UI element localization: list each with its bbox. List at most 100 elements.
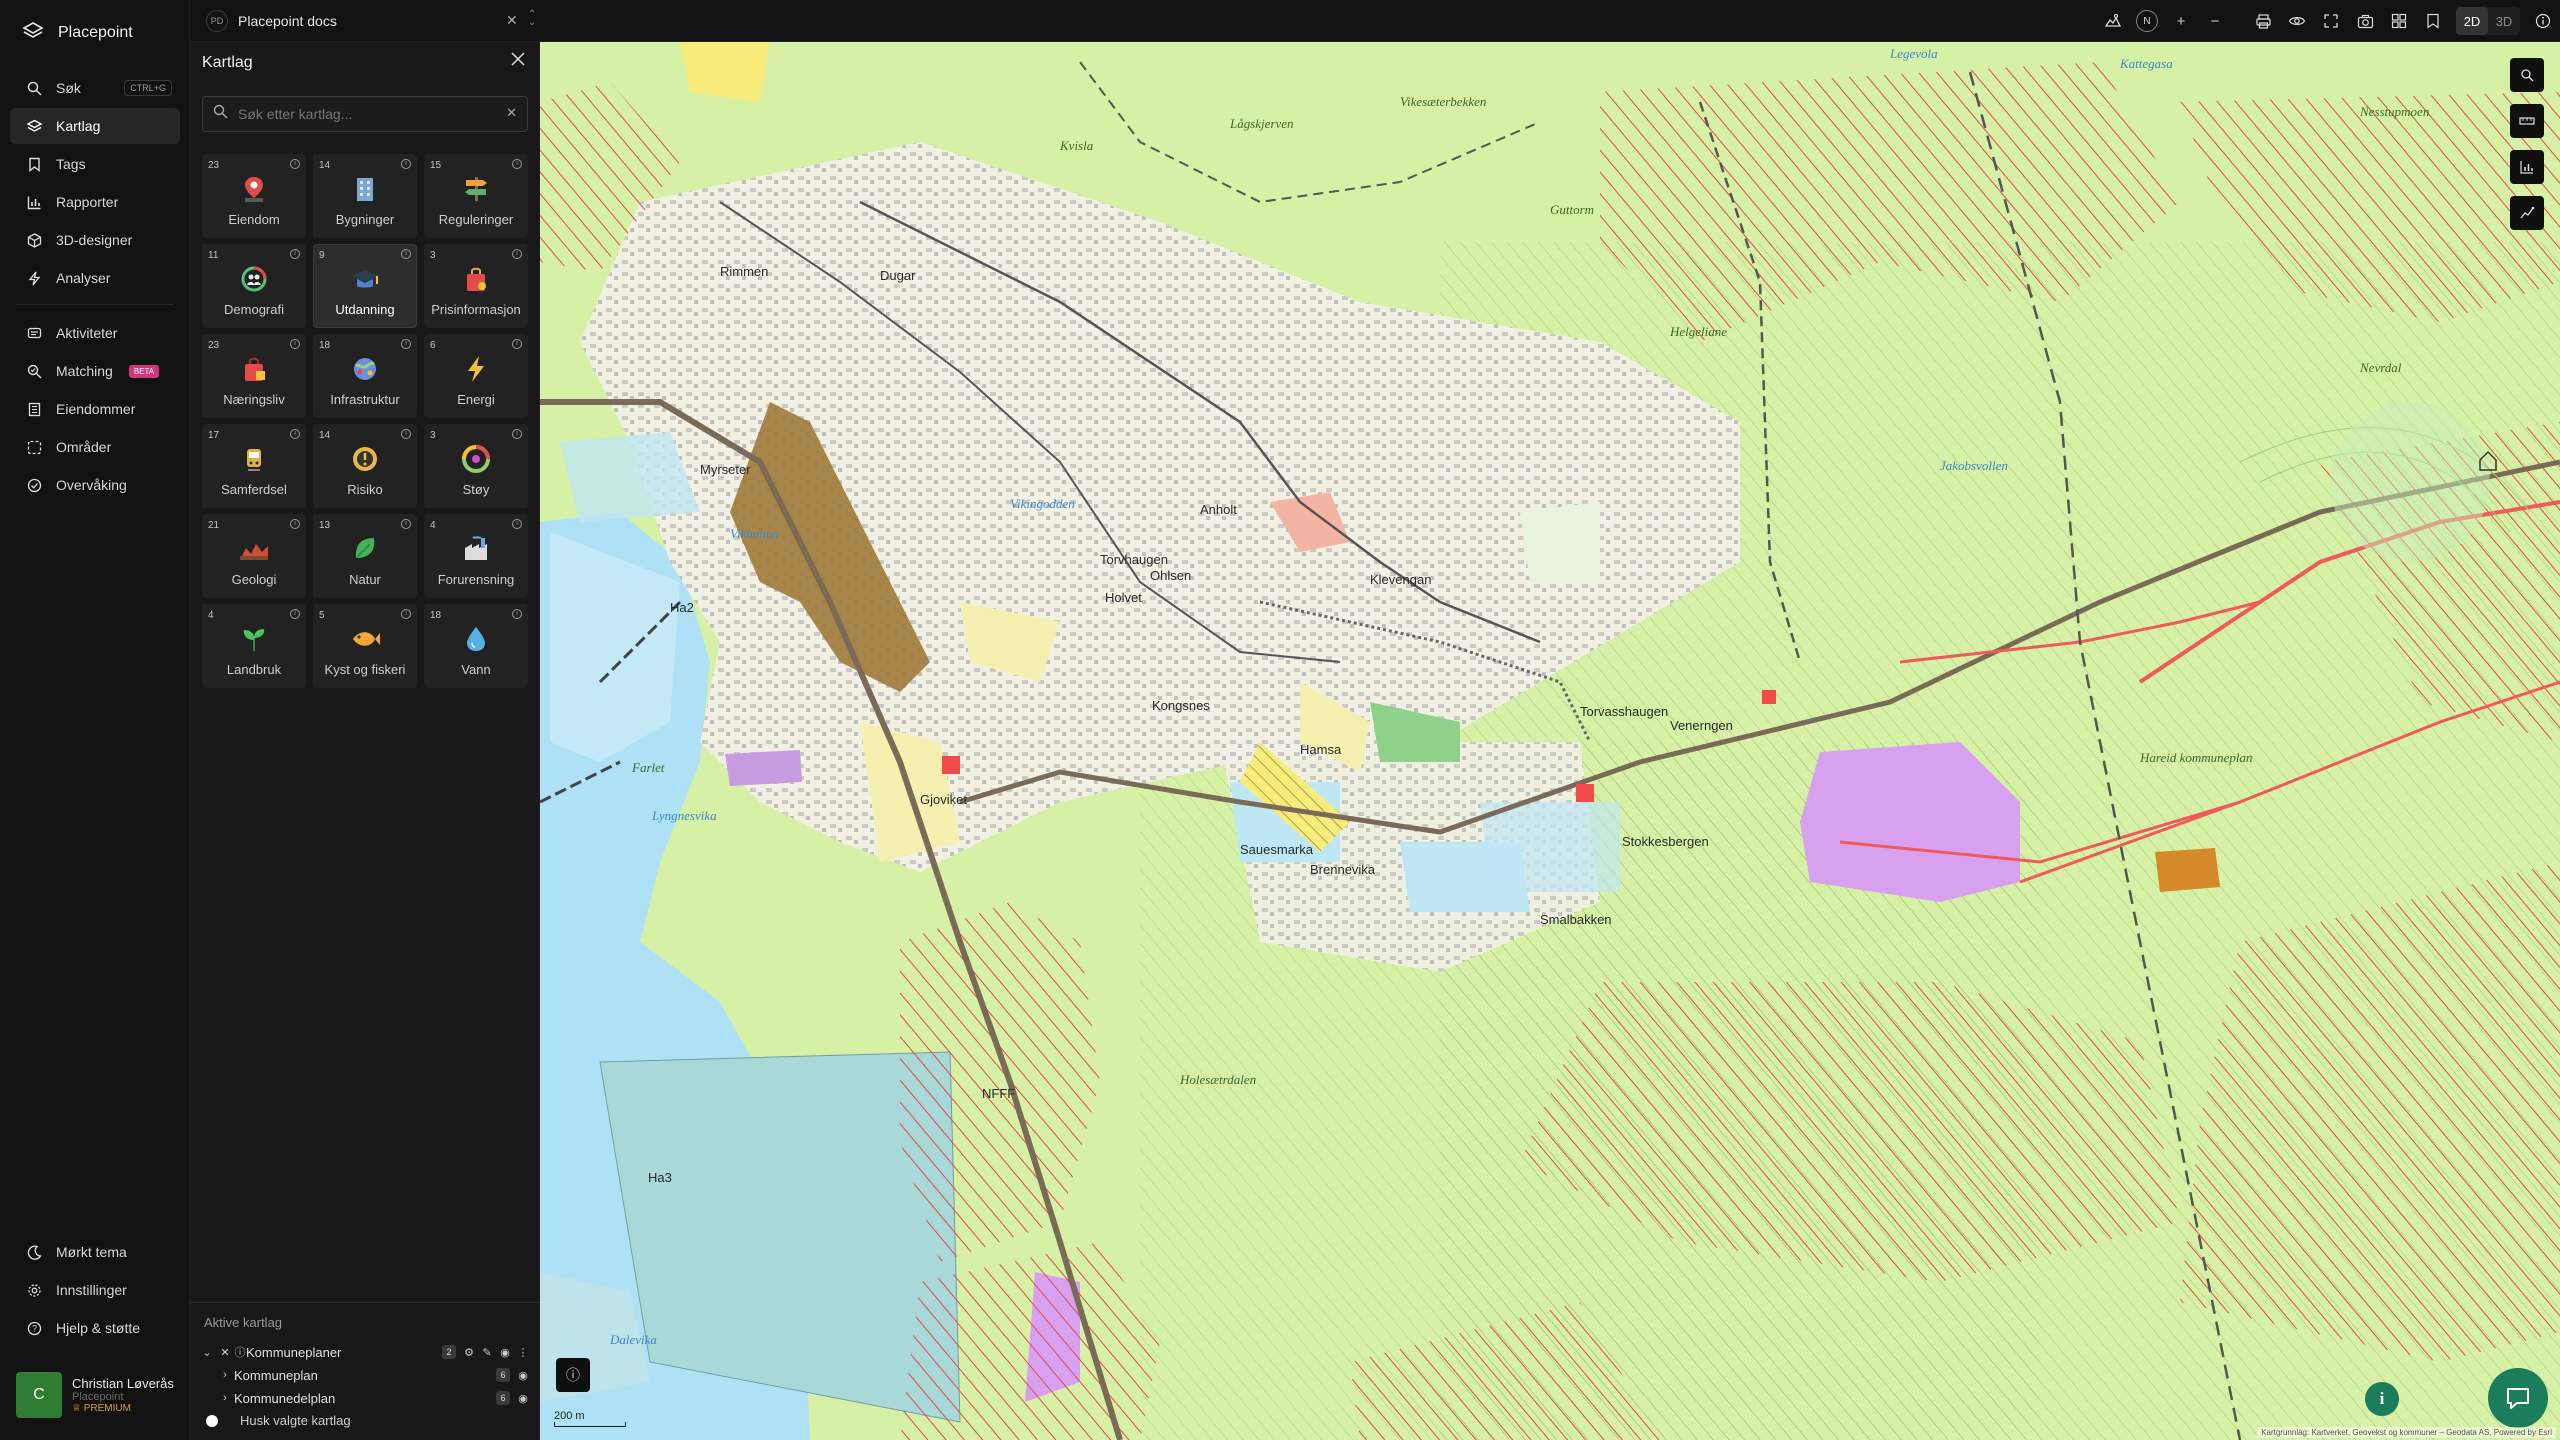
analysis-tool[interactable] [2510,196,2544,230]
zoom-out-icon[interactable]: − [2198,0,2232,42]
nav-item-label: Rapporter [56,194,119,210]
chevron-right-icon[interactable]: › [216,1392,234,1404]
chevron-updown-icon[interactable]: ⌃ ⌄ [528,10,536,28]
nav-item-matching[interactable]: Matching BETA [10,353,180,389]
measure-tool[interactable] [2510,104,2544,138]
eye-icon[interactable]: ◉ [496,1346,514,1359]
nav-item-tags[interactable]: Tags [10,146,180,182]
info-icon[interactable]: i [401,519,411,529]
nav-item-kartlag[interactable]: Kartlag [10,108,180,144]
edit-icon[interactable]: ✎ [478,1346,496,1359]
layer-category-bygninger[interactable]: 14 i Bygninger [313,154,417,238]
eye-icon[interactable]: ◉ [514,1369,532,1382]
info-icon[interactable]: i [290,159,300,169]
mode-3d-button[interactable]: 3D [2488,7,2520,35]
info-icon[interactable] [2526,0,2560,42]
remember-toggle[interactable] [204,1414,226,1428]
chevron-right-icon[interactable]: › [216,1369,234,1381]
clear-search-icon[interactable]: ✕ [506,105,517,121]
nav-item-rapporter[interactable]: Rapporter [10,184,180,220]
layer-category-næringsliv[interactable]: 23 i Næringsliv [202,334,306,418]
north-compass-icon[interactable]: N [2130,0,2164,42]
info-icon[interactable]: i [290,249,300,259]
fullscreen-icon[interactable] [2314,0,2348,42]
nav-item-help[interactable]: ? Hjelp & støtte [10,1310,180,1346]
layers-search-tool[interactable] [2510,58,2544,92]
nav-item-dark-theme[interactable]: Mørkt tema [10,1234,180,1270]
info-icon[interactable]: i [401,609,411,619]
close-panel-button[interactable] [509,50,527,74]
remember-layers[interactable]: Husk valgte kartlag [204,1413,351,1428]
layer-category-infrastruktur[interactable]: 18 i Infrastruktur [313,334,417,418]
camera-icon[interactable] [2348,0,2382,42]
map-help-button[interactable]: ⓘ [556,1358,590,1392]
info-icon[interactable]: i [512,429,522,439]
statistics-tool[interactable] [2510,150,2544,184]
nav-item-analyser[interactable]: Analyser [10,260,180,296]
nav-item-3d-designer[interactable]: 3D-designer [10,222,180,258]
info-icon[interactable]: i [290,429,300,439]
active-layer-row[interactable]: › Kommunedelplan 6 ◉ [198,1387,532,1409]
signpost-icon [459,172,493,206]
active-layer-row[interactable]: › Kommuneplan 6 ◉ [198,1364,532,1386]
close-icon[interactable]: ✕ [506,12,518,29]
mode-2d-button[interactable]: 2D [2456,7,2488,35]
grid-icon[interactable] [2382,0,2416,42]
workspace-selector[interactable]: PD Placepoint docs ✕ ⌃ ⌄ [206,7,536,35]
info-icon[interactable]: i [401,339,411,349]
info-icon[interactable]: i [401,159,411,169]
gear-icon [26,1282,42,1298]
eye-icon[interactable] [2280,0,2314,42]
more-icon[interactable]: ⋮ [514,1346,532,1359]
map-canvas[interactable]: Lågskjerven Kvisla Vikesæterbekken Legev… [540,42,2560,1440]
info-icon[interactable]: i [290,519,300,529]
layer-category-landbruk[interactable]: 4 i Landbruk [202,604,306,688]
layer-category-samferdsel[interactable]: 17 i Samferdsel [202,424,306,508]
settings-icon[interactable]: ⚙ [460,1346,478,1359]
info-icon[interactable]: i [512,249,522,259]
info-icon[interactable]: ⓘ [234,1344,246,1360]
info-button[interactable]: i [2365,1382,2399,1416]
nav-item-omrader[interactable]: Områder [10,429,180,465]
layer-category-støy[interactable]: 3 i Støy [424,424,528,508]
chevron-down-icon[interactable]: ⌄ [198,1346,216,1359]
nav-item-eiendommer[interactable]: Eiendommer [10,391,180,427]
layer-search-input[interactable] [238,106,488,122]
info-icon[interactable]: i [401,429,411,439]
layer-category-eiendom[interactable]: 23 i Eiendom [202,154,306,238]
bookmark-icon[interactable] [2416,0,2450,42]
info-icon[interactable]: i [512,339,522,349]
nav-item-aktiviteter[interactable]: Aktiviteter [10,315,180,351]
zoom-in-icon[interactable]: + [2164,0,2198,42]
info-icon[interactable]: i [512,519,522,529]
nav-item-settings[interactable]: Innstillinger [10,1272,180,1308]
info-icon[interactable]: i [512,159,522,169]
layer-category-forurensning[interactable]: 4 i Forurensning [424,514,528,598]
layer-category-demografi[interactable]: 11 i Demografi [202,244,306,328]
terrain-icon[interactable] [2096,0,2130,42]
layer-category-vann[interactable]: 18 i Vann [424,604,528,688]
print-icon[interactable] [2246,0,2280,42]
brand[interactable]: Placepoint [22,20,133,46]
info-icon[interactable]: i [290,609,300,619]
nav-item-search[interactable]: Søk CTRL+G [10,70,180,106]
layer-category-prisinformasjon[interactable]: 3 i Prisinformasjon [424,244,528,328]
info-icon[interactable]: i [290,339,300,349]
layer-category-reguleringer[interactable]: 15 i Reguleringer [424,154,528,238]
info-icon[interactable]: i [512,609,522,619]
top-bar: PD Placepoint docs ✕ ⌃ ⌄ N + − 2D 3D [190,0,2560,42]
layer-category-geologi[interactable]: 21 i Geologi [202,514,306,598]
layer-category-risiko[interactable]: 14 i Risiko [313,424,417,508]
layer-category-natur[interactable]: 13 i Natur [313,514,417,598]
active-layer-group[interactable]: ⌄ ✕ ⓘ Kommuneplaner 2 ⚙ ✎ ◉ ⋮ [198,1341,532,1363]
nav-item-overvaking[interactable]: Overvåking [10,467,180,503]
remove-layer-icon[interactable]: ✕ [216,1346,234,1359]
layer-category-energi[interactable]: 6 i Energi [424,334,528,418]
info-icon[interactable]: i [401,249,411,259]
layer-category-kyst-og-fiskeri[interactable]: 5 i Kyst og fiskeri [313,604,417,688]
layer-category-utdanning[interactable]: 9 i Utdanning [313,244,417,328]
app-name: Placepoint [58,24,133,41]
eye-icon[interactable]: ◉ [514,1392,532,1405]
chat-button[interactable] [2488,1368,2548,1428]
user-profile[interactable]: C Christian Løverås Placepoint ♕ PREMIUM [16,1370,180,1420]
